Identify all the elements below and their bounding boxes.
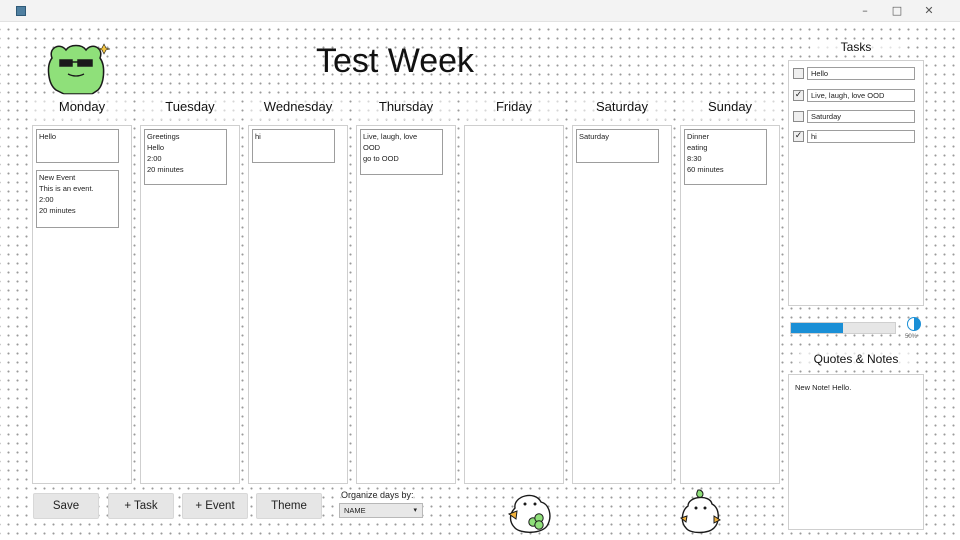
event-line: Hello [147,143,165,152]
event-line: Greetings [147,132,180,141]
task-checkbox[interactable]: ✓ [793,131,804,142]
tasks-panel: Hello ✓ Live, laugh, love OOD Saturday ✓… [788,60,924,306]
duck-sprout-icon [679,489,721,534]
event-card[interactable]: New Event This is an event. 2:00 20 minu… [36,170,119,228]
day-column-thursday: Thursday Live, laugh, love OOD go to OOD [356,94,456,484]
notes-title: Quotes & Notes [800,352,912,366]
day-header: Wednesday [248,94,348,120]
save-button[interactable]: Save [33,493,99,519]
event-line: 8:30 [687,154,702,163]
event-line: OOD [363,143,381,152]
day-column-tuesday: Tuesday Greetings Hello 2:00 20 minutes [140,94,240,484]
day-header: Monday [32,94,132,120]
tasks-title: Tasks [810,40,902,54]
event-card[interactable]: Saturday [576,129,659,163]
task-label: Saturday [807,110,915,123]
week-title: Test Week [315,42,475,80]
minimize-button[interactable]: – [850,2,880,20]
task-item[interactable]: ✓ Live, laugh, love OOD [793,89,917,103]
task-checkbox[interactable]: ✓ [793,90,804,101]
chevron-down-icon: ▾ [413,506,417,514]
event-card[interactable]: Greetings Hello 2:00 20 minutes [144,129,227,185]
day-column-friday: Friday [464,94,564,484]
task-progress-bar [790,322,896,334]
event-line: 60 minutes [687,165,724,174]
theme-button[interactable]: Theme [256,493,322,519]
app-icon [16,6,26,16]
task-label: Live, laugh, love OOD [807,89,915,102]
day-body[interactable] [464,125,564,484]
event-line: 20 minutes [39,206,76,215]
add-event-button[interactable]: + Event [182,493,248,519]
add-task-button[interactable]: + Task [108,493,174,519]
event-line: This is an event. [39,184,94,193]
day-body[interactable]: Saturday [572,125,672,484]
event-line: go to OOD [363,154,399,163]
task-label: Hello [807,67,915,80]
day-body[interactable]: Hello New Event This is an event. 2:00 2… [32,125,132,484]
organize-select[interactable]: NAME ▾ [339,503,423,518]
day-header: Saturday [572,94,672,120]
event-line: New Event [39,173,76,182]
duck-clover-icon [507,494,551,533]
close-button[interactable]: ✕ [914,2,944,20]
day-body[interactable]: Live, laugh, love OOD go to OOD [356,125,456,484]
organize-label: Organize days by: [341,490,414,500]
event-card[interactable]: Hello [36,129,119,163]
event-card[interactable]: hi [252,129,335,163]
day-column-wednesday: Wednesday hi [248,94,348,484]
frog-mascot-icon [47,43,111,95]
day-body[interactable]: Greetings Hello 2:00 20 minutes [140,125,240,484]
day-column-sunday: Sunday Dinner eating 8:30 60 minutes [680,94,780,484]
event-line: 20 minutes [147,165,184,174]
event-line: 2:00 [39,195,54,204]
organize-select-value: NAME [344,506,366,515]
notes-panel[interactable]: New Note! Hello. [788,374,924,530]
task-checkbox[interactable] [793,111,804,122]
day-header: Thursday [356,94,456,120]
event-line: eating [687,143,708,152]
progress-percent: 50% [905,334,918,340]
day-header: Sunday [680,94,780,120]
event-card[interactable]: Live, laugh, love OOD go to OOD [360,129,443,175]
day-header: Tuesday [140,94,240,120]
task-item[interactable]: Saturday [793,110,917,124]
event-card[interactable]: Dinner eating 8:30 60 minutes [684,129,767,185]
day-column-monday: Monday Hello New Event This is an event.… [32,94,132,484]
event-line: Dinner [687,132,710,141]
day-body[interactable]: Dinner eating 8:30 60 minutes [680,125,780,484]
event-line: Hello [39,132,57,141]
day-body[interactable]: hi [248,125,348,484]
window-titlebar: – □ ✕ [0,0,960,22]
day-column-saturday: Saturday Saturday [572,94,672,484]
day-header: Friday [464,94,564,120]
maximize-button[interactable]: □ [882,2,912,20]
event-line: hi [255,132,261,141]
note-text: New Note! Hello. [795,383,852,392]
progress-fill [791,323,843,333]
event-line: 2:00 [147,154,162,163]
event-line: Saturday [579,132,610,141]
task-item[interactable]: ✓ hi [793,130,917,144]
event-line: Live, laugh, love [363,132,418,141]
progress-pie-icon [907,317,921,331]
task-label: hi [807,130,915,143]
task-checkbox[interactable] [793,68,804,79]
task-item[interactable]: Hello [793,67,917,81]
